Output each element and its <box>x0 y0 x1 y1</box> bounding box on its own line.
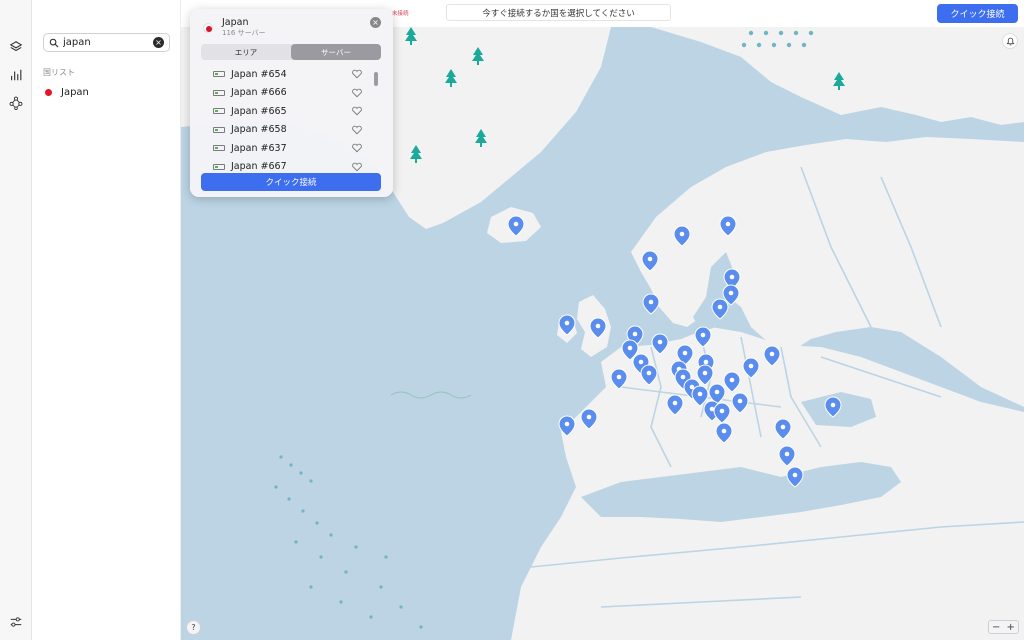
favorite-heart-icon[interactable] <box>351 124 363 136</box>
server-item[interactable]: Japan #667 <box>201 158 381 172</box>
settings-sliders-icon[interactable] <box>9 615 23 629</box>
server-load-icon <box>213 126 225 133</box>
country-item-japan[interactable]: Japan <box>43 84 171 100</box>
server-item[interactable]: Japan #665 <box>201 102 381 121</box>
server-item[interactable]: Japan #666 <box>201 84 381 103</box>
help-button[interactable]: ? <box>186 620 201 635</box>
search-icon <box>49 38 59 47</box>
favorite-heart-icon[interactable] <box>351 161 363 172</box>
country-popover: Japan 116 サーバー × エリア サーバー Japan #654 Jap… <box>190 9 393 197</box>
server-name: Japan #666 <box>231 87 287 99</box>
server-item[interactable]: Japan #658 <box>201 121 381 140</box>
quick-connect-button[interactable]: クイック接続 <box>937 4 1018 23</box>
zoom-controls: − + <box>988 620 1019 634</box>
connection-status-text: 今すぐ接続するか国を選択してください <box>446 4 671 21</box>
server-name: Japan #637 <box>231 142 287 154</box>
server-load-icon <box>213 145 225 152</box>
popover-title: Japan <box>222 17 249 28</box>
server-name: Japan #667 <box>231 161 287 171</box>
layers-icon[interactable] <box>7 38 25 56</box>
server-item[interactable]: Japan #654 <box>201 65 381 84</box>
connection-status-tag: 未接続 <box>392 11 409 17</box>
favorite-heart-icon[interactable] <box>351 142 363 154</box>
server-name: Japan #658 <box>231 124 287 136</box>
close-icon[interactable]: × <box>370 17 381 28</box>
favorite-heart-icon[interactable] <box>351 68 363 80</box>
server-load-icon <box>213 71 225 78</box>
country-name: Japan <box>61 86 89 98</box>
server-list[interactable]: Japan #654 Japan #666 Japan #665 Japan #… <box>201 65 381 171</box>
icon-rail <box>0 0 32 640</box>
server-item[interactable]: Japan #637 <box>201 139 381 158</box>
server-name: Japan #654 <box>231 68 287 80</box>
popover-quick-connect-button[interactable]: クイック接続 <box>201 173 381 191</box>
server-load-icon <box>213 163 225 170</box>
search-input[interactable] <box>63 37 151 48</box>
zoom-out-button[interactable]: − <box>989 621 1004 633</box>
japan-flag-icon <box>45 88 52 96</box>
clear-search-icon[interactable]: × <box>153 37 164 48</box>
server-name: Japan #665 <box>231 105 287 117</box>
notification-bell-icon[interactable] <box>1002 33 1018 49</box>
server-load-icon <box>213 89 225 96</box>
search-box[interactable]: × <box>43 33 170 52</box>
stats-icon[interactable] <box>7 66 25 84</box>
server-load-icon <box>213 108 225 115</box>
tab-servers[interactable]: サーバー <box>291 44 381 60</box>
favorite-heart-icon[interactable] <box>351 87 363 99</box>
country-list-header: 国リスト <box>43 68 75 77</box>
popover-tabs: エリア サーバー <box>201 44 381 60</box>
favorite-heart-icon[interactable] <box>351 105 363 117</box>
server-list-scrollbar[interactable] <box>374 72 378 86</box>
meshnet-icon[interactable] <box>7 94 25 112</box>
popover-server-count: 116 サーバー <box>222 29 266 37</box>
japan-flag-icon <box>203 23 213 33</box>
sidebar: × 国リスト Japan <box>32 0 181 640</box>
zoom-in-button[interactable]: + <box>1004 621 1019 633</box>
tab-area[interactable]: エリア <box>201 44 291 60</box>
